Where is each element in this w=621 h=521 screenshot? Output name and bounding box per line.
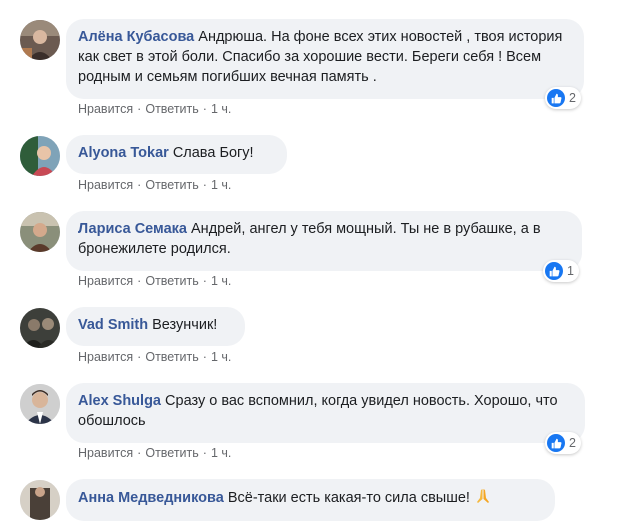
comment-bubble: Alex Shulga Сразу о вас вспомнил, когда … (66, 383, 585, 443)
timestamp[interactable]: 1 ч. (211, 102, 231, 116)
comment-bubble: Анна Медведникова Всё-таки есть какая-то… (66, 479, 555, 521)
avatar[interactable] (20, 308, 60, 348)
reply-button[interactable]: Ответить (145, 102, 198, 116)
like-button[interactable]: Нравится (78, 350, 133, 364)
separator: · (137, 446, 142, 460)
avatar[interactable] (20, 20, 60, 60)
timestamp[interactable]: 1 ч. (211, 274, 231, 288)
reaction-number: 2 (569, 91, 576, 105)
separator: · (202, 350, 207, 364)
separator: · (137, 178, 142, 192)
praying-hands-icon (474, 487, 492, 511)
like-button[interactable]: Нравится (78, 446, 133, 460)
separator: · (137, 102, 142, 116)
comment-actions: Нравится · Ответить · 1 ч. (78, 350, 231, 364)
like-button[interactable]: Нравится (78, 178, 133, 192)
timestamp[interactable]: 1 ч. (211, 178, 231, 192)
reaction-count[interactable]: 2 (545, 87, 581, 109)
separator: · (202, 102, 207, 116)
reaction-number: 2 (569, 436, 576, 450)
comment-bubble: Алёна Кубасова Андрюша. На фоне всех эти… (66, 19, 584, 99)
reply-button[interactable]: Ответить (145, 274, 198, 288)
comment-bubble: Vad Smith Везунчик! (66, 307, 245, 346)
separator: · (137, 274, 142, 288)
reply-button[interactable]: Ответить (145, 350, 198, 364)
comment-author[interactable]: Alex Shulga (78, 393, 161, 409)
comment-text: Слава Богу! (172, 145, 254, 161)
like-reaction-icon (547, 89, 565, 107)
avatar[interactable] (20, 136, 60, 176)
comment-bubble: Alyona Tokar Слава Богу! (66, 135, 287, 174)
comment-author[interactable]: Анна Медведникова (78, 490, 224, 506)
comment-author[interactable]: Vad Smith (78, 317, 148, 333)
like-reaction-icon (547, 434, 565, 452)
separator: · (202, 274, 207, 288)
separator: · (137, 350, 142, 364)
comment-text: Всё-таки есть какая-то сила свыше! (227, 490, 470, 506)
like-button[interactable]: Нравится (78, 274, 133, 288)
like-reaction-icon (545, 262, 563, 280)
comment-bubble: Лариса Семака Андрей, ангел у тебя мощны… (66, 211, 582, 271)
avatar[interactable] (20, 212, 60, 252)
avatar[interactable] (20, 480, 60, 520)
reaction-number: 1 (567, 264, 574, 278)
reply-button[interactable]: Ответить (145, 178, 198, 192)
comment-actions: Нравится · Ответить · 1 ч. (78, 274, 231, 288)
separator: · (202, 446, 207, 460)
comment-text: Везунчик! (152, 317, 218, 333)
reply-button[interactable]: Ответить (145, 446, 198, 460)
reaction-count[interactable]: 1 (543, 260, 579, 282)
comment-author[interactable]: Алёна Кубасова (78, 29, 194, 45)
separator: · (202, 178, 207, 192)
comment-author[interactable]: Alyona Tokar (78, 145, 169, 161)
comment-author[interactable]: Лариса Семака (78, 221, 187, 237)
timestamp[interactable]: 1 ч. (211, 350, 231, 364)
like-button[interactable]: Нравится (78, 102, 133, 116)
comment-actions: Нравится · Ответить · 1 ч. (78, 178, 231, 192)
avatar[interactable] (20, 384, 60, 424)
comment-actions: Нравится · Ответить · 1 ч. (78, 446, 231, 460)
timestamp[interactable]: 1 ч. (211, 446, 231, 460)
comment-actions: Нравится · Ответить · 1 ч. (78, 102, 231, 116)
reaction-count[interactable]: 2 (545, 432, 581, 454)
